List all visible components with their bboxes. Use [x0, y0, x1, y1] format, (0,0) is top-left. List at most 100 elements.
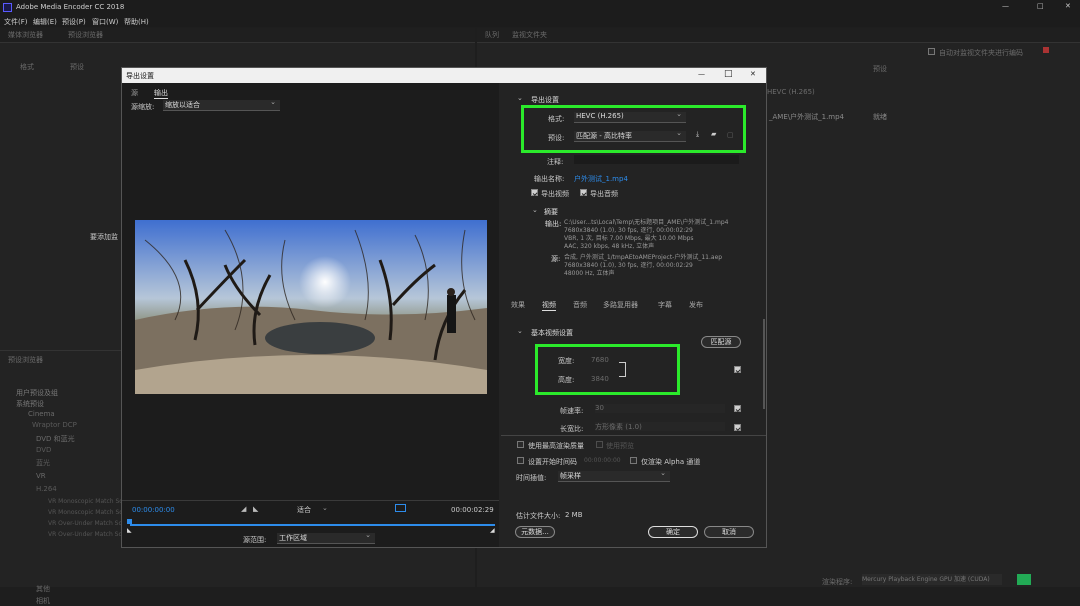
fit-chevron-icon[interactable]: ⌄: [322, 504, 328, 512]
tab-audio[interactable]: 音频: [573, 300, 587, 310]
tab-multiplexer[interactable]: 多路复用器: [603, 300, 638, 310]
chain-link-icon[interactable]: [619, 362, 626, 377]
save-preset-icon[interactable]: ⤓: [696, 130, 699, 139]
timecode-start[interactable]: 00:00:00:00: [132, 506, 175, 514]
timeline-scrubber[interactable]: [130, 524, 495, 526]
source-scaling-label: 源缩放:: [131, 103, 155, 111]
comment-field[interactable]: [574, 155, 739, 164]
close-icon[interactable]: ✕: [1065, 2, 1071, 10]
alpha-only-label: 仅渲染 Alpha 通道: [641, 458, 701, 466]
collapse-export-icon[interactable]: ⌄: [517, 94, 523, 102]
match-width-checkbox[interactable]: [734, 366, 741, 373]
menu-help[interactable]: 帮助(H): [124, 17, 149, 27]
settings-tabs: 效果 视频 音频 多路复用器 字幕 发布: [511, 300, 751, 312]
minimize-icon[interactable]: —: [1002, 2, 1009, 10]
time-interp-dropdown[interactable]: 帧采样: [558, 469, 670, 482]
tab-captions[interactable]: 字幕: [658, 300, 672, 310]
source-range-dropdown[interactable]: 工作区域: [277, 531, 375, 544]
dialog-minimize-icon[interactable]: —: [698, 70, 705, 78]
file-size-label: 估计文件大小:: [516, 512, 561, 520]
playhead-icon[interactable]: [127, 519, 132, 524]
tab-video[interactable]: 视频: [542, 300, 556, 311]
tab-watch-folders[interactable]: 监视文件夹: [512, 30, 547, 40]
maximize-icon[interactable]: □: [1037, 2, 1044, 10]
max-quality-checkbox[interactable]: [517, 441, 524, 448]
renderer-dropdown[interactable]: Mercury Playback Engine GPU 加速 (CUDA): [862, 574, 1002, 585]
start-timecode-label: 设置开始时间码: [528, 458, 577, 466]
metadata-button[interactable]: 元数据...: [515, 526, 555, 538]
aspect-toggle-icon[interactable]: [395, 504, 406, 512]
format-dropdown[interactable]: HEVC (H.265): [574, 110, 686, 123]
tree-item[interactable]: 其他: [36, 584, 50, 594]
app-logo-icon: [3, 3, 12, 12]
stop-icon[interactable]: [1043, 47, 1049, 53]
tab-preset-browser-top[interactable]: 预设浏览器: [68, 30, 103, 40]
export-settings-heading: 导出设置: [531, 96, 559, 104]
menu-window[interactable]: 窗口(W): [92, 17, 118, 27]
tab-media-browser[interactable]: 媒体浏览器: [8, 30, 43, 40]
import-preset-icon[interactable]: ▰: [711, 130, 716, 138]
height-value[interactable]: 3840: [591, 375, 609, 383]
height-label: 高度:: [558, 376, 575, 384]
menu-preset[interactable]: 预设(P): [62, 17, 86, 27]
mark-in-icon[interactable]: ◢: [241, 505, 246, 513]
tree-item[interactable]: DVD: [36, 446, 51, 454]
collapse-summary-icon[interactable]: ⌄: [532, 206, 538, 214]
use-previews-checkbox[interactable]: [596, 441, 603, 448]
menu-edit[interactable]: 编辑(E): [33, 17, 57, 27]
start-timecode-checkbox[interactable]: [517, 457, 524, 464]
summary-source-lines: 合成, 户外测试_1/tmpAEtoAMEProject-户外测试_11.aep…: [564, 254, 723, 277]
tree-item[interactable]: 用户预设及组: [16, 388, 58, 398]
fit-dropdown[interactable]: 适合: [297, 505, 311, 515]
export-audio-checkbox[interactable]: [580, 189, 587, 196]
preset-label: 预设:: [548, 134, 565, 142]
width-value[interactable]: 7680: [591, 356, 609, 364]
tree-item[interactable]: DVD 和蓝光: [36, 434, 75, 444]
tree-item[interactable]: 蓝光: [36, 458, 50, 468]
play-icon[interactable]: [1017, 574, 1031, 585]
source-scaling-dropdown[interactable]: 缩放以适合: [163, 98, 280, 111]
dialog-title-bar: 导出设置 — □ ✕: [122, 68, 766, 83]
tab-publish[interactable]: 发布: [689, 300, 703, 310]
tree-item[interactable]: 相机: [36, 596, 50, 606]
tab-output[interactable]: 输出: [154, 88, 168, 99]
tree-item[interactable]: VR: [36, 472, 46, 480]
delete-preset-icon[interactable]: ▢: [727, 131, 734, 139]
mark-out-icon[interactable]: ◣: [253, 505, 258, 513]
aspect-value[interactable]: 方形像素 (1.0): [595, 422, 725, 431]
cancel-button[interactable]: 取消: [704, 526, 754, 538]
summary-source-label: 源:: [551, 255, 561, 263]
menu-file[interactable]: 文件(F): [4, 17, 28, 27]
aspect-label: 长宽比:: [560, 425, 584, 433]
tree-item[interactable]: Wraptor DCP: [32, 421, 77, 429]
alpha-only-checkbox[interactable]: [630, 457, 637, 464]
dialog-title: 导出设置: [126, 72, 154, 80]
ok-button[interactable]: 确定: [648, 526, 698, 538]
hint-text: 要添加监: [90, 233, 118, 241]
queue-col-preset: 预设: [873, 65, 887, 73]
tree-item[interactable]: H.264: [36, 485, 57, 493]
dialog-maximize-icon[interactable]: □: [724, 69, 733, 79]
frame-rate-checkbox[interactable]: [734, 405, 741, 412]
tab-effects[interactable]: 效果: [511, 300, 525, 310]
scrollbar[interactable]: [763, 319, 765, 409]
tab-queue[interactable]: 队列: [485, 30, 499, 40]
output-name-link[interactable]: 户外测试_1.mp4: [574, 174, 628, 184]
frame-rate-value[interactable]: 30: [595, 404, 725, 413]
export-audio-label: 导出音频: [590, 190, 618, 198]
match-source-button[interactable]: 匹配源: [701, 336, 741, 348]
file-size-value: 2 MB: [565, 511, 583, 519]
auto-encode-checkbox[interactable]: [928, 48, 935, 55]
start-timecode-value[interactable]: 00:00:00:00: [584, 457, 621, 464]
tree-item[interactable]: Cinema: [28, 410, 55, 418]
export-settings-dialog: 导出设置 — □ ✕ 源 输出 源缩放: 缩放以适合 ⌄ 00:00:00:00…: [121, 67, 767, 548]
preset-dropdown[interactable]: 匹配源 - 高比特率: [574, 129, 686, 142]
collapse-basic-icon[interactable]: ⌄: [517, 327, 523, 335]
tree-item[interactable]: 系统预设: [16, 399, 44, 409]
dialog-close-icon[interactable]: ✕: [750, 70, 756, 78]
renderer-label: 渲染程序:: [822, 578, 853, 586]
aspect-checkbox[interactable]: [734, 424, 741, 431]
export-video-checkbox[interactable]: [531, 189, 538, 196]
app-title: Adobe Media Encoder CC 2018: [16, 3, 125, 11]
tab-source[interactable]: 源: [131, 88, 138, 98]
